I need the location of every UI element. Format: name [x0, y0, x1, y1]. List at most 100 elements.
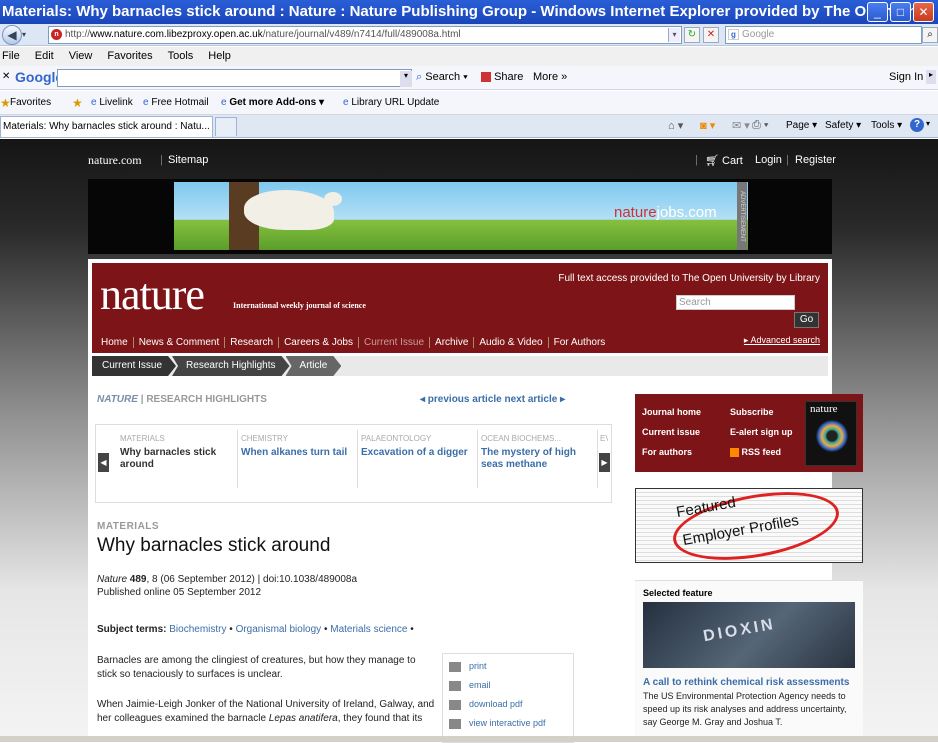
previous-article-link[interactable]: ◂ previous article	[420, 394, 502, 405]
ealert-link[interactable]: E-alert sign up	[730, 427, 793, 437]
help-dropdown-icon[interactable]: ▾	[926, 119, 930, 128]
section-label: NATURE | RESEARCH HIGHLIGHTS	[97, 394, 267, 405]
print-link[interactable]: print	[449, 659, 487, 673]
nature-com-link[interactable]: nature.com	[88, 153, 142, 168]
google-toolbar-input[interactable]	[57, 69, 412, 87]
menu-tools[interactable]: Tools	[168, 50, 194, 62]
fav-item-livelink[interactable]: e Livelink	[91, 91, 133, 115]
menu-favorites[interactable]: Favorites	[107, 50, 152, 62]
share-button[interactable]: Share	[481, 71, 523, 83]
carousel-item[interactable]: MATERIALS Why barnacles stick around	[120, 434, 232, 471]
menu-file[interactable]: File	[2, 50, 20, 62]
site-search-input[interactable]: Search	[676, 295, 795, 310]
more-button[interactable]: More »	[533, 71, 567, 83]
sitemap-link[interactable]: Sitemap	[168, 154, 208, 166]
nav-current-issue[interactable]: Current Issue	[359, 337, 431, 348]
print-icon[interactable]: ⎙ ▾	[752, 119, 768, 132]
carousel-item[interactable]: PALAEONTOLOGY Excavation of a digger	[361, 434, 473, 459]
web-page: nature.com | Sitemap | 🛒︎ Cart Login | R…	[0, 139, 938, 743]
browser-tab-active[interactable]: Materials: Why barnacles stick around : …	[0, 116, 213, 137]
print-icon	[449, 661, 461, 672]
rss-link[interactable]: RSS feed	[730, 447, 781, 458]
email-link[interactable]: email	[449, 678, 491, 692]
feeds-icon[interactable]: ◙ ▾	[700, 119, 715, 132]
search-icon: ⌕	[416, 71, 423, 83]
nav-home[interactable]: Home	[96, 337, 134, 348]
section-name: RESEARCH HIGHLIGHTS	[146, 394, 267, 405]
carousel-prev-icon[interactable]: ◀	[98, 453, 109, 472]
nav-research[interactable]: Research	[225, 337, 280, 348]
cart-link[interactable]: 🛒︎ Cart	[705, 154, 743, 167]
advert-banner[interactable]: ADVERTISEMENT naturejobs.com ADVERTISEME…	[88, 179, 832, 254]
next-article-link[interactable]: next article ▸	[505, 394, 566, 405]
subject-link[interactable]: Materials science	[330, 624, 407, 635]
toolbar-close-icon[interactable]: ✕	[2, 71, 10, 82]
feature-image[interactable]: DIOXIN	[643, 602, 855, 668]
menu-edit[interactable]: Edit	[35, 50, 54, 62]
login-link[interactable]: Login	[755, 154, 782, 166]
carousel-item[interactable]: OCEAN BIOCHEMS... The mystery of high sea…	[481, 434, 593, 471]
home-icon[interactable]: ⌂ ▾	[668, 119, 683, 132]
carousel-item-category: OCEAN BIOCHEMS...	[481, 434, 562, 443]
carousel-item-category: CHEMISTRY	[241, 434, 288, 443]
nav-careers[interactable]: Careers & Jobs	[279, 337, 359, 348]
fav-item-addons[interactable]: e Get more Add-ons ▾	[221, 91, 324, 115]
subject-link[interactable]: Biochemistry	[169, 624, 226, 635]
tools-menu[interactable]: Tools ▾	[871, 120, 902, 131]
download-pdf-link[interactable]: download pdf	[449, 697, 523, 711]
toolbar-options-icon[interactable]: ▸	[926, 70, 936, 84]
nav-news[interactable]: News & Comment	[133, 337, 226, 348]
favorites-button[interactable]: Favorites	[10, 91, 51, 115]
crumb-current-issue[interactable]: Current Issue	[92, 356, 176, 376]
carousel-next-icon[interactable]: ▶	[599, 453, 610, 472]
register-link[interactable]: Register	[795, 154, 836, 166]
new-tab-button[interactable]	[215, 117, 237, 136]
nature-logo[interactable]: nature	[100, 269, 205, 320]
advanced-search-link[interactable]: ▸ Advanced search	[744, 335, 820, 346]
ie-page-icon: e	[343, 97, 349, 108]
search-input[interactable]: g Google	[725, 26, 922, 44]
issue-cover[interactable]: nature	[805, 401, 857, 466]
carousel-item[interactable]: EV	[600, 434, 608, 443]
maximize-button[interactable]: □	[890, 2, 911, 22]
refresh-icon[interactable]: ↻	[684, 27, 700, 43]
nav-audio-video[interactable]: Audio & Video	[474, 337, 549, 348]
window-title: Materials: Why barnacles stick around : …	[2, 3, 930, 20]
page-menu[interactable]: Page ▾	[786, 120, 817, 131]
stop-icon[interactable]: ✕	[703, 27, 719, 43]
nav-archive[interactable]: Archive	[430, 337, 475, 348]
toolbar-dropdown-icon[interactable]: ▾	[400, 71, 412, 87]
featured-employers-banner[interactable]: Featured Employer Profiles	[635, 488, 863, 563]
carousel-item[interactable]: CHEMISTRY When alkanes turn tail	[241, 434, 353, 459]
subscribe-link[interactable]: Subscribe	[730, 407, 774, 417]
article-paragraph: Barnacles are among the clingiest of cre…	[97, 655, 416, 680]
interactive-pdf-link[interactable]: view interactive pdf	[449, 716, 546, 730]
back-icon[interactable]: ◀	[2, 25, 22, 45]
safety-menu[interactable]: Safety ▾	[825, 120, 861, 131]
minimize-button[interactable]: _	[867, 2, 888, 22]
current-issue-link[interactable]: Current issue	[642, 427, 700, 437]
menu-view[interactable]: View	[69, 50, 93, 62]
help-icon[interactable]: ?	[910, 118, 924, 132]
feature-title-link[interactable]: A call to rethink chemical risk assessme…	[643, 677, 849, 688]
fav-item-library[interactable]: e Library URL Update	[343, 91, 439, 115]
menu-help[interactable]: Help	[208, 50, 231, 62]
fav-item-hotmail[interactable]: e Free Hotmail	[143, 91, 209, 115]
journal-home-link[interactable]: Journal home	[642, 407, 701, 417]
mail-icon[interactable]: ✉ ▾	[732, 119, 750, 132]
search-go-icon[interactable]: ⌕	[922, 27, 938, 43]
subject-link[interactable]: Organismal biology	[236, 624, 322, 635]
google-search-button[interactable]: ⌕ Search ▾	[416, 71, 468, 84]
address-input[interactable]: n http://www.nature.com.libezproxy.open.…	[48, 26, 682, 44]
go-button[interactable]: Go	[794, 312, 819, 328]
sign-in-link[interactable]: Sign In	[889, 71, 923, 83]
feature-description: The US Environmental Protection Agency n…	[643, 691, 847, 727]
add-favorite-icon[interactable]: ★	[72, 91, 83, 115]
nav-for-authors[interactable]: For Authors	[549, 337, 611, 348]
crumb-research-highlights[interactable]: Research Highlights	[172, 356, 290, 376]
close-window-button[interactable]: ✕	[913, 2, 934, 22]
recent-pages-icon[interactable]: ▾	[22, 26, 36, 44]
for-authors-link[interactable]: For authors	[642, 447, 692, 457]
address-dropdown-icon[interactable]: ▾	[668, 28, 680, 42]
cover-title: nature	[810, 403, 838, 415]
